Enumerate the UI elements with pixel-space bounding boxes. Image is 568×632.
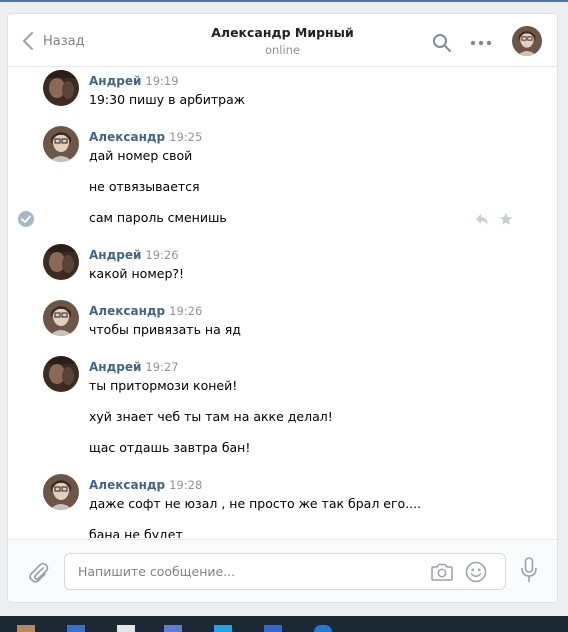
message-text[interactable]: хуй знает чеб ты там на акке делал!: [89, 409, 333, 424]
message-time[interactable]: 19:27: [145, 360, 178, 374]
message-text[interactable]: щас отдашь завтра бан!: [89, 440, 250, 455]
taskbar: [0, 616, 568, 632]
taskbar-app-icon[interactable]: [314, 625, 332, 632]
taskbar-app-icon[interactable]: [17, 625, 35, 632]
emoji-icon[interactable]: [465, 561, 487, 583]
taskbar-app-icon[interactable]: [164, 625, 182, 632]
message-author[interactable]: Андрей 19:26: [89, 248, 179, 262]
taskbar-app-icon[interactable]: [117, 625, 135, 632]
message-author[interactable]: Андрей 19:27: [89, 360, 179, 374]
message-text-selected[interactable]: сам пароль сменишь: [89, 210, 227, 225]
message-text[interactable]: дай номер свой: [89, 148, 192, 163]
message-text[interactable]: не отвязывается: [89, 179, 200, 194]
star-icon[interactable]: [499, 212, 513, 226]
message-composer: Напишите сообщение...: [8, 539, 557, 602]
message-actions: [475, 212, 513, 226]
message-time[interactable]: 19:26: [145, 248, 178, 262]
message-time[interactable]: 19:28: [169, 478, 202, 492]
chat-header: Назад Александр Мирный online: [8, 14, 557, 67]
author-avatar[interactable]: [43, 356, 79, 392]
taskbar-app-icon[interactable]: [214, 625, 232, 632]
peer-avatar[interactable]: [512, 26, 542, 56]
message-author[interactable]: Андрей 19:19: [89, 74, 179, 88]
message-history[interactable]: Андрей 19:19 19:30 пишу в арбитраж Алекса…: [8, 68, 557, 538]
selected-check-icon[interactable]: [18, 211, 34, 227]
search-icon[interactable]: [432, 33, 452, 53]
message-text[interactable]: бана не будет: [89, 527, 183, 538]
author-avatar[interactable]: [43, 300, 79, 336]
message-input[interactable]: Напишите сообщение...: [64, 553, 506, 590]
message-time[interactable]: 19:26: [169, 304, 202, 318]
message-time[interactable]: 19:19: [145, 74, 178, 88]
top-accent-line: [0, 0, 568, 2]
message-author[interactable]: Александр 19:28: [89, 478, 202, 492]
message-text[interactable]: даже софт не юзал , не просто же так бра…: [89, 496, 421, 511]
chat-window: Назад Александр Мирный online Андрей 19:1…: [7, 13, 558, 603]
taskbar-app-icon[interactable]: [67, 625, 85, 632]
message-author[interactable]: Александр 19:26: [89, 304, 202, 318]
camera-icon[interactable]: [431, 563, 453, 581]
message-text[interactable]: чтобы привязать на яд: [89, 322, 241, 337]
reply-icon[interactable]: [475, 212, 489, 226]
taskbar-app-icon[interactable]: [264, 625, 282, 632]
message-text[interactable]: какой номер?!: [89, 266, 184, 281]
author-avatar[interactable]: [43, 126, 79, 162]
message-text[interactable]: 19:30 пишу в арбитраж: [89, 92, 245, 107]
author-avatar[interactable]: [43, 474, 79, 510]
message-author[interactable]: Александр 19:25: [89, 130, 202, 144]
message-time[interactable]: 19:25: [169, 130, 202, 144]
microphone-icon[interactable]: [521, 557, 537, 583]
message-placeholder: Напишите сообщение...: [78, 564, 236, 579]
message-text[interactable]: ты притормози коней!: [89, 378, 237, 393]
author-avatar[interactable]: [43, 244, 79, 280]
more-icon[interactable]: [470, 33, 492, 53]
attach-icon[interactable]: [26, 560, 50, 584]
author-avatar[interactable]: [43, 70, 79, 106]
